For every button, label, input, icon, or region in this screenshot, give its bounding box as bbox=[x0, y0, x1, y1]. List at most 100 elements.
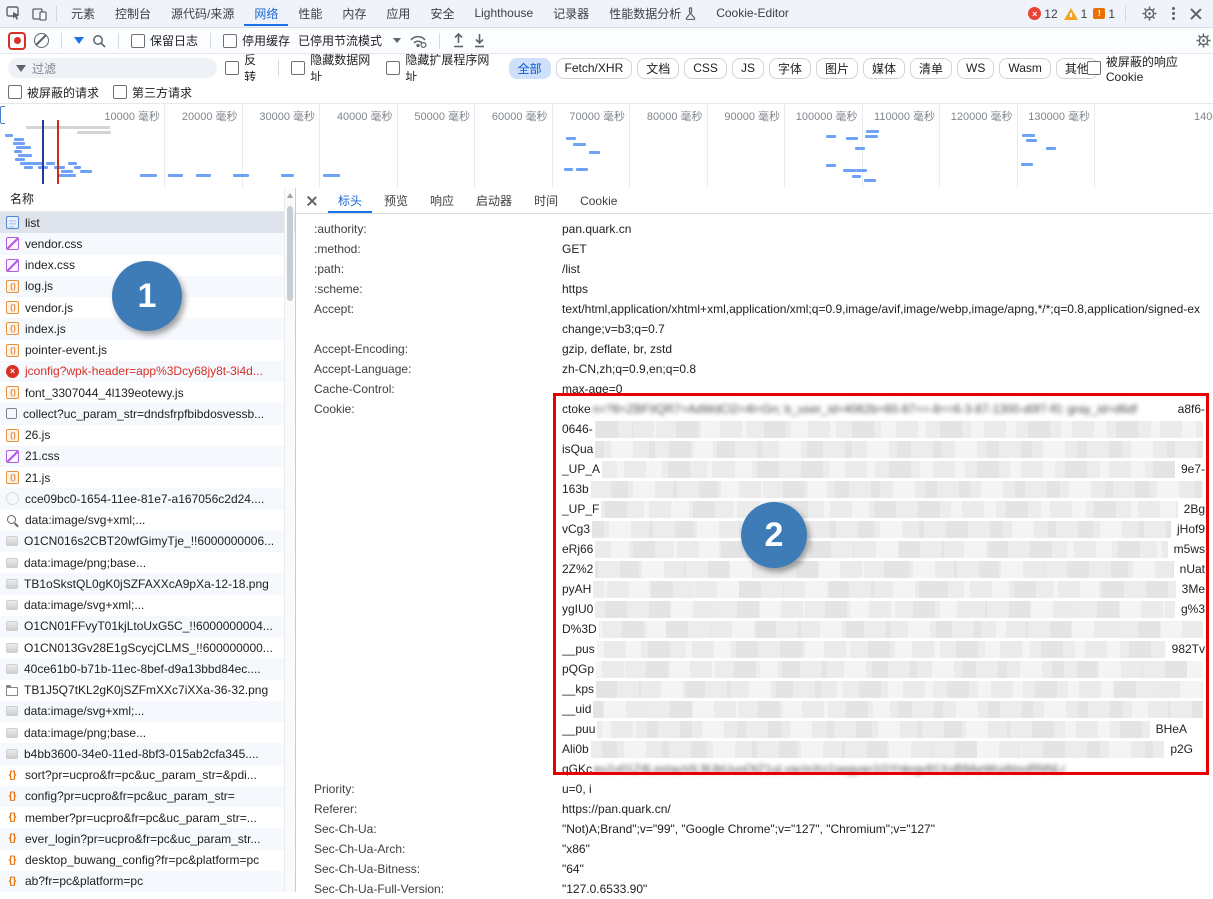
filter-chip-CSS[interactable]: CSS bbox=[684, 57, 727, 79]
request-row[interactable]: vendor.css bbox=[0, 233, 295, 255]
tab-性能[interactable]: 性能 bbox=[288, 0, 332, 26]
invert-filter-checkbox[interactable]: 反转 bbox=[225, 51, 266, 85]
cookie-fragment: ygIU0 bbox=[562, 602, 594, 616]
disable-cache-checkbox[interactable]: 停用缓存 bbox=[223, 32, 290, 49]
request-row[interactable]: TB1J5Q7tKL2gK0jSZFmXXc7iXXa-36-32.png bbox=[0, 680, 295, 701]
request-row[interactable]: list bbox=[0, 212, 295, 234]
request-row[interactable]: config?pr=ucpro&fr=pc&uc_param_str= bbox=[0, 785, 295, 807]
tab-元素[interactable]: 元素 bbox=[61, 0, 105, 26]
pixelated-redaction bbox=[596, 640, 1166, 658]
hide-data-urls-checkbox[interactable]: 隐藏数据网址 bbox=[291, 51, 378, 85]
scrollbar-thumb[interactable] bbox=[286, 206, 293, 301]
throttling-dropdown[interactable]: 已停用节流模式 bbox=[298, 32, 402, 49]
network-overview-timeline[interactable]: 10000 毫秒 20000 毫秒 30000 毫秒 40000 毫秒 50000 毫秒… bbox=[0, 104, 1213, 189]
fetch-file-icon bbox=[6, 832, 19, 845]
filter-chip-媒体[interactable]: 媒体 bbox=[862, 57, 905, 79]
close-devtools-icon[interactable] bbox=[1189, 7, 1203, 21]
request-row[interactable]: desktop_buwang_config?fr=pc&platform=pc bbox=[0, 850, 295, 871]
tab-性能数据分析[interactable]: 性能数据分析 bbox=[599, 0, 706, 26]
inspect-element-icon[interactable] bbox=[0, 1, 26, 27]
request-name: 40ce61b0-b71b-11ec-8bef-d9a13bbd84ec.... bbox=[24, 661, 261, 676]
tab-记录器[interactable]: 记录器 bbox=[543, 0, 599, 26]
clear-network-log-icon[interactable] bbox=[34, 33, 49, 48]
request-row[interactable]: ab?fr=pc&platform=pc bbox=[0, 870, 295, 892]
detail-tab-响应[interactable]: 响应 bbox=[420, 189, 464, 213]
header-name: :path: bbox=[314, 262, 345, 276]
filter-toggle-icon[interactable] bbox=[74, 37, 84, 44]
error-count-badge[interactable]: × 12 bbox=[1028, 7, 1058, 21]
tab-应用[interactable]: 应用 bbox=[376, 0, 420, 26]
overview-selection-handle[interactable] bbox=[0, 106, 5, 124]
filter-chip-WS[interactable]: WS bbox=[957, 57, 995, 79]
detail-tab-启动器[interactable]: 启动器 bbox=[466, 189, 522, 213]
tab-Cookie-Editor[interactable]: Cookie-Editor bbox=[706, 0, 799, 26]
checkbox[interactable] bbox=[131, 33, 145, 48]
filter-chip-图片[interactable]: 图片 bbox=[815, 57, 858, 79]
filter-chip-文档[interactable]: 文档 bbox=[637, 57, 680, 79]
preserve-log-checkbox[interactable]: 保留日志 bbox=[131, 32, 198, 49]
tab-网络[interactable]: 网络 bbox=[244, 0, 288, 26]
tab-源代码/来源[interactable]: 源代码/来源 bbox=[161, 0, 244, 26]
settings-gear-icon[interactable] bbox=[1136, 1, 1162, 27]
request-row[interactable]: data:image/png;base... bbox=[0, 552, 295, 573]
tab-Lighthouse[interactable]: Lighthouse bbox=[464, 0, 543, 26]
request-row[interactable]: 40ce61b0-b71b-11ec-8bef-d9a13bbd84ec.... bbox=[0, 658, 295, 680]
request-row[interactable]: O1CN013Gv28E1gScycjCLMS_!!600000000... bbox=[0, 637, 295, 658]
request-row[interactable]: 21.css bbox=[0, 445, 295, 467]
detail-tab-时间[interactable]: 时间 bbox=[524, 189, 568, 213]
request-row[interactable]: cce09bc0-1654-11ee-81e7-a167056c2d24.... bbox=[0, 488, 295, 510]
request-row[interactable]: TB1oSkstQL0gK0jSZFAXXcA9pXa-12-18.png bbox=[0, 573, 295, 595]
timeline-tick-label: 30000 毫秒 bbox=[259, 111, 315, 123]
filter-chip-Fetch/XHR[interactable]: Fetch/XHR bbox=[555, 57, 633, 79]
request-row[interactable]: data:image/png;base... bbox=[0, 722, 295, 743]
search-icon[interactable] bbox=[92, 34, 106, 48]
request-row[interactable]: data:image/svg+xml;... bbox=[0, 595, 295, 616]
import-har-icon[interactable] bbox=[452, 33, 465, 48]
hide-extension-urls-checkbox[interactable]: 隐藏扩展程序网址 bbox=[386, 51, 496, 85]
issues-count-badge[interactable]: ! 1 bbox=[1093, 7, 1115, 21]
detail-tab-预览[interactable]: 预览 bbox=[374, 189, 418, 213]
request-row[interactable]: font_3307044_4l139eotewy.js bbox=[0, 382, 295, 403]
more-options-icon[interactable] bbox=[1168, 7, 1179, 20]
filter-input[interactable]: 过滤 bbox=[8, 58, 218, 78]
request-row[interactable]: b4bb3600-34e0-11ed-8bf3-015ab2cfa345.... bbox=[0, 743, 295, 765]
tab-安全[interactable]: 安全 bbox=[420, 0, 464, 26]
filter-chip-JS[interactable]: JS bbox=[731, 57, 764, 79]
request-row[interactable]: data:image/svg+xml;... bbox=[0, 510, 295, 531]
warning-count-badge[interactable]: 1 bbox=[1063, 7, 1087, 21]
record-network-log-button[interactable] bbox=[8, 31, 26, 50]
request-row[interactable]: collect?uc_param_str=dndsfrpfbibdosvessb… bbox=[0, 403, 295, 425]
request-row[interactable]: O1CN016s2CBT20wfGimyTje_!!6000000006... bbox=[0, 530, 295, 552]
third-party-requests-checkbox[interactable]: 第三方请求 bbox=[113, 84, 192, 101]
network-conditions-icon[interactable] bbox=[409, 34, 427, 48]
close-detail-icon[interactable] bbox=[306, 195, 318, 207]
tab-控制台[interactable]: 控制台 bbox=[105, 0, 161, 26]
detail-tab-Cookie[interactable]: Cookie bbox=[570, 189, 627, 213]
filter-chip-Wasm[interactable]: Wasm bbox=[999, 57, 1051, 79]
request-row[interactable]: O1CN01FFvyT01kjLtoUxG5C_!!6000000004... bbox=[0, 615, 295, 637]
request-row[interactable]: pointer-event.js bbox=[0, 340, 295, 361]
device-toolbar-icon[interactable] bbox=[26, 1, 52, 27]
detail-tab-标头[interactable]: 标头 bbox=[328, 189, 372, 213]
export-har-icon[interactable] bbox=[473, 33, 486, 48]
filter-chip-字体[interactable]: 字体 bbox=[768, 57, 811, 79]
tab-内存[interactable]: 内存 bbox=[332, 0, 376, 26]
request-row[interactable]: data:image/svg+xml;... bbox=[0, 700, 295, 722]
scroll-up-arrow-icon[interactable] bbox=[286, 193, 293, 198]
network-settings-gear-icon[interactable] bbox=[1196, 33, 1213, 48]
request-name: TB1oSkstQL0gK0jSZFAXXcA9pXa-12-18.png bbox=[24, 576, 269, 591]
filter-chip-全部[interactable]: 全部 bbox=[508, 57, 551, 79]
request-list-header-name[interactable]: 名称 bbox=[0, 188, 295, 212]
blocked-response-cookies-checkbox[interactable]: 被屏蔽的响应 Cookie bbox=[1086, 53, 1213, 84]
request-row[interactable]: sort?pr=ucpro&fr=pc&uc_param_str=&pdi... bbox=[0, 765, 295, 786]
cookie-fragment: ctoke bbox=[562, 402, 591, 416]
request-row[interactable]: member?pr=ucpro&fr=pc&uc_param_str=... bbox=[0, 807, 295, 828]
filter-chip-清单[interactable]: 清单 bbox=[910, 57, 953, 79]
checkbox[interactable] bbox=[223, 33, 238, 48]
blocked-requests-checkbox[interactable]: 被屏蔽的请求 bbox=[8, 84, 99, 101]
request-row[interactable]: 21.js bbox=[0, 467, 295, 488]
request-row[interactable]: jconfig?wpk-header=app%3Dcy68jy8t-3i4d..… bbox=[0, 360, 295, 382]
request-list-scrollbar[interactable] bbox=[284, 188, 294, 892]
request-row[interactable]: 26.js bbox=[0, 425, 295, 446]
request-row[interactable]: ever_login?pr=ucpro&fr=pc&uc_param_str..… bbox=[0, 828, 295, 850]
